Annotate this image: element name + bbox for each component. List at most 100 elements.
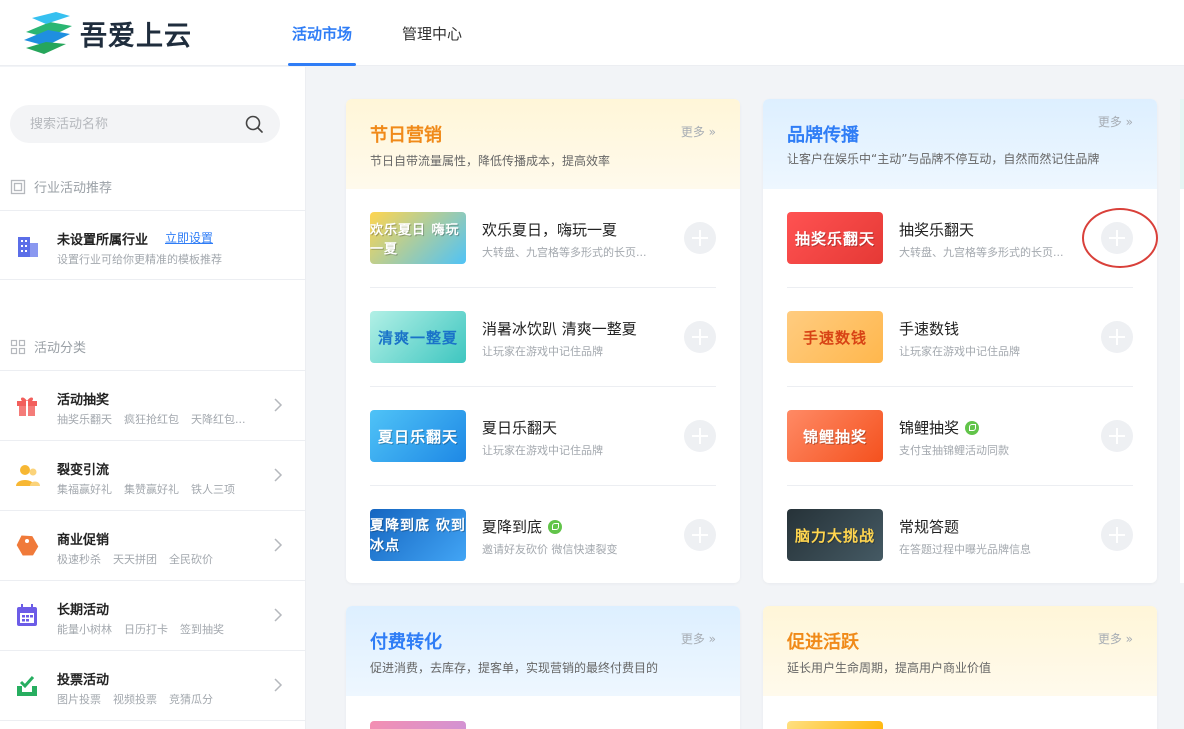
set-industry-link[interactable]: 立即设置 — [165, 229, 213, 246]
chevron-right-icon — [274, 678, 283, 692]
sub-item[interactable]: 能量小树林 — [57, 623, 112, 636]
more-link[interactable]: 更多 » — [1098, 630, 1133, 647]
activity-item[interactable]: 锦鲤抽奖 锦鲤抽奖 支付宝抽锦鲤活动同款 — [787, 387, 1133, 486]
activity-item[interactable]: 脑力大挑战 常规答题 在答题过程中曝光品牌信息 — [787, 486, 1133, 583]
activity-desc: 让玩家在游戏中记住品牌 — [899, 345, 1020, 358]
sub-item[interactable]: 天降红包... — [191, 413, 246, 426]
more-link[interactable]: 更多 » — [681, 630, 716, 647]
activity-item[interactable]: 清爽一整夏 消暑冰饮趴 清爽一整夏 让玩家在游戏中记住品牌 — [370, 288, 716, 387]
sub-item[interactable]: 竞猜瓜分 — [169, 693, 213, 706]
card-brand-communication: 品牌传播 让客户在娱乐中“主动”与品牌不停互动，自然而然记住品牌 更多 » 抽奖… — [763, 99, 1157, 583]
more-link[interactable]: 更多 » — [1098, 113, 1133, 130]
activity-name: 夏日乐翻天 — [482, 419, 558, 437]
more-text: 更多 — [680, 632, 705, 646]
sub-item[interactable]: 视频投票 — [113, 693, 157, 706]
activity-thumbnail: 清爽一整夏 — [370, 311, 466, 363]
card-desc: 延长用户生命周期，提高用户商业价值 — [787, 661, 992, 675]
sub-item[interactable]: 签到抽奖 — [180, 623, 224, 636]
category-subs: 抽奖乐翻天 疯狂抢红包 天降红包... — [57, 411, 258, 427]
sub-item[interactable]: 全民砍价 — [169, 553, 213, 566]
more-text: 更多 — [1097, 632, 1122, 646]
activity-desc: 大转盘、九宫格等多形式的长页... — [899, 246, 1064, 259]
sidebar: 行业活动推荐 未设置所属行业 立即设置 设置行业可给你更精准的模板推荐 活动分类 — [0, 67, 306, 729]
recommend-icon — [10, 179, 26, 194]
card-desc: 节日自带流量属性，降低传播成本，提高效率 — [370, 154, 611, 168]
activity-desc: 邀请好友砍价 微信快速裂变 — [482, 543, 618, 556]
activity-thumbnail: 手速数钱 — [787, 311, 883, 363]
sub-item[interactable]: 疯狂抢红包 — [124, 413, 179, 426]
nav-management-center[interactable]: 管理中心 — [386, 0, 478, 66]
logo[interactable]: 吾爱上云 — [20, 8, 192, 58]
add-activity-button[interactable] — [684, 222, 716, 254]
activity-item[interactable]: 手速数钱 手速数钱 让玩家在游戏中记住品牌 — [787, 288, 1133, 387]
add-activity-button[interactable] — [684, 519, 716, 551]
building-icon — [18, 237, 38, 257]
chevron-right-icon — [274, 538, 283, 552]
category-name: 裂变引流 — [57, 463, 110, 478]
category-fission[interactable]: 裂变引流 集福赢好礼 集赞赢好礼 铁人三项 — [0, 440, 305, 510]
activity-thumbnail: 夏降到底 砍到冰点 — [370, 509, 466, 561]
grid-icon — [10, 339, 26, 354]
industry-desc: 设置行业可给你更精准的模板推荐 — [57, 253, 222, 266]
activity-item[interactable]: 欢乐夏日 嗨玩一夏 欢乐夏日，嗨玩一夏 大转盘、九宫格等多形式的长页... — [370, 189, 716, 288]
activity-name-text: 夏降到底 — [482, 518, 543, 536]
industry-title: 未设置所属行业 — [57, 233, 149, 248]
nav-activity-market[interactable]: 活动市场 — [276, 0, 368, 66]
sub-item[interactable]: 集福赢好礼 — [57, 483, 112, 496]
chevron-right-icon — [274, 398, 283, 412]
sub-item[interactable]: 图片投票 — [57, 693, 101, 706]
more-link[interactable]: 更多 » — [681, 123, 716, 140]
category-vote[interactable]: 投票活动 图片投票 视频投票 竞猜瓜分 — [0, 650, 305, 720]
sub-item[interactable]: 日历打卡 — [124, 623, 168, 636]
sub-item[interactable]: 抽奖乐翻天 — [57, 413, 112, 426]
search-input[interactable] — [30, 116, 230, 132]
main-nav: 活动市场 管理中心 — [276, 0, 496, 66]
add-activity-button[interactable] — [684, 321, 716, 353]
card-header: 促进活跃 延长用户生命周期，提高用户商业价值 更多 » — [763, 606, 1157, 696]
category-name: 投票活动 — [57, 673, 110, 688]
card-promote-activity: 促进活跃 延长用户生命周期，提高用户商业价值 更多 » — [763, 606, 1157, 729]
double-chevron-icon: » — [1125, 632, 1133, 646]
activity-item[interactable]: 夏降到底 砍到冰点 夏降到底 邀请好友砍价 微信快速裂变 — [370, 486, 716, 583]
sub-item[interactable]: 集赞赢好礼 — [124, 483, 179, 496]
logo-icon — [24, 12, 72, 54]
more-text: 更多 — [680, 125, 705, 139]
category-subs: 图片投票 视频投票 竞猜瓜分 — [57, 691, 225, 707]
sub-item[interactable]: 铁人三项 — [191, 483, 235, 496]
mini-program-badge-icon — [548, 520, 563, 534]
add-activity-button[interactable] — [1101, 222, 1133, 254]
more-text: 更多 — [1097, 115, 1122, 129]
category-subs: 能量小树林 日历打卡 签到抽奖 — [57, 621, 236, 637]
activity-name: 锦鲤抽奖 — [899, 417, 980, 438]
category-lottery[interactable]: 活动抽奖 抽奖乐翻天 疯狂抢红包 天降红包... — [0, 370, 305, 440]
card-title: 品牌传播 — [787, 125, 859, 146]
add-activity-button[interactable] — [1101, 321, 1133, 353]
add-activity-button[interactable] — [1101, 420, 1133, 452]
gift-icon — [17, 397, 37, 416]
category-promotion[interactable]: 商业促销 极速秒杀 天天拼团 全民砍价 — [0, 510, 305, 580]
industry-setting: 未设置所属行业 立即设置 设置行业可给你更精准的模板推荐 — [0, 210, 305, 280]
activity-thumbnail — [787, 721, 883, 729]
sub-item[interactable]: 天天拼团 — [113, 553, 157, 566]
activity-desc: 在答题过程中曝光品牌信息 — [899, 543, 1031, 556]
activity-name: 夏降到底 — [482, 516, 563, 537]
card-header: 品牌传播 让客户在娱乐中“主动”与品牌不停互动，自然而然记住品牌 更多 » — [763, 99, 1157, 189]
activity-thumbnail: 锦鲤抽奖 — [787, 410, 883, 462]
double-chevron-icon: » — [1125, 115, 1133, 129]
category-subs: 极速秒杀 天天拼团 全民砍价 — [57, 551, 225, 567]
activity-name: 消暑冰饮趴 清爽一整夏 — [482, 320, 637, 338]
partial-card-edge-header — [1180, 99, 1184, 189]
activity-item[interactable]: 抽奖乐翻天 抽奖乐翻天 大转盘、九宫格等多形式的长页... — [787, 189, 1133, 288]
activity-thumbnail — [370, 721, 466, 729]
add-activity-button[interactable] — [1101, 519, 1133, 551]
activity-item[interactable]: 夏日乐翻天 夏日乐翻天 让玩家在游戏中记住品牌 — [370, 387, 716, 486]
sub-item[interactable]: 极速秒杀 — [57, 553, 101, 566]
calendar-icon — [17, 604, 37, 626]
add-activity-button[interactable] — [684, 420, 716, 452]
category-long-term[interactable]: 长期活动 能量小树林 日历打卡 签到抽奖 — [0, 580, 305, 650]
card-holiday-marketing: 节日营销 节日自带流量属性，降低传播成本，提高效率 更多 » 欢乐夏日 嗨玩一夏… — [346, 99, 740, 583]
card-title: 促进活跃 — [787, 632, 859, 653]
chevron-right-icon — [274, 468, 283, 482]
search-icon[interactable] — [244, 114, 264, 134]
double-chevron-icon: » — [708, 125, 716, 139]
